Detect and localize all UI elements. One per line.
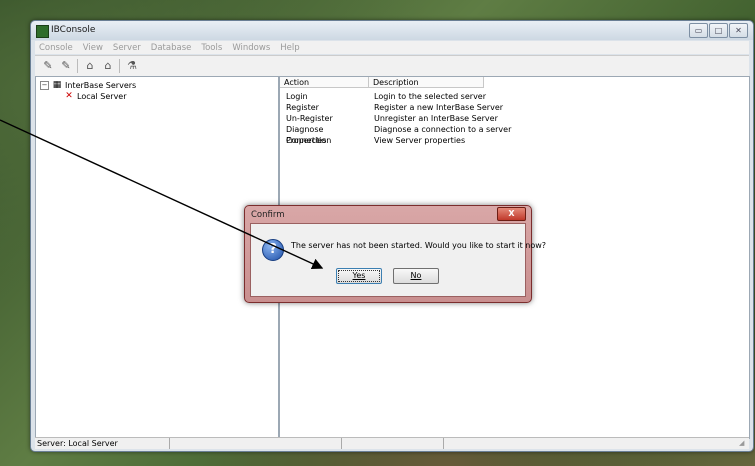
action-cell: Un-Register [286,114,333,123]
register-server-icon[interactable]: ✎ [41,59,55,73]
title-bar[interactable]: IBConsole ▭ □ ✕ [31,21,753,40]
tree-node-label: Local Server [77,91,127,101]
status-bar: Server: Local Server ◢ [35,437,749,449]
toolbar-separator [77,59,78,73]
window-controls: ▭ □ ✕ [689,23,748,38]
column-header-action[interactable]: Action [280,77,369,88]
table-row[interactable]: Un-Register Unregister an InterBase Serv… [280,113,498,124]
confirm-dialog: Confirm X ? The server has not been star… [244,205,546,303]
action-cell: Diagnose Connection [286,125,332,145]
database-connect-icon[interactable]: ⌂ [83,59,97,73]
toolbar: ✎ ✎ ⌂ ⌂ ⚗ [35,55,749,77]
question-icon: ? [262,239,284,261]
server-disconnected-icon: ✕ [65,91,73,101]
yes-button[interactable]: Yes [336,268,382,284]
server-tree[interactable]: − ▦ InterBase Servers ✕ Local Server [35,76,279,439]
toolbar-separator [119,59,120,73]
table-row[interactable]: Diagnose Connection Diagnose a connectio… [280,124,512,145]
close-icon[interactable]: ✕ [729,23,748,38]
window-title: IBConsole [51,25,96,35]
maximize-icon[interactable]: □ [709,23,728,38]
menu-view[interactable]: View [83,43,103,53]
minimize-icon[interactable]: ▭ [689,23,708,38]
action-cell: Register [286,103,319,112]
menu-server[interactable]: Server [113,43,141,53]
collapse-icon[interactable]: − [40,80,49,90]
status-panel [169,438,342,449]
status-server: Server: Local Server [35,438,170,449]
ibconsole-icon [36,25,49,38]
grid-header: Action Description [280,77,749,88]
description-cell: Diagnose a connection to a server [374,125,512,134]
menu-database[interactable]: Database [151,43,192,53]
description-cell: Unregister an InterBase Server [374,114,498,123]
dialog-message: The server has not been started. Would y… [291,241,547,250]
tree-node-interbase-servers[interactable]: − ▦ InterBase Servers [40,80,136,90]
action-cell: Login [286,92,308,101]
no-button[interactable]: No [393,268,439,284]
menu-bar: Console View Server Database Tools Windo… [35,41,749,54]
servers-icon: ▦ [52,80,62,90]
table-row[interactable]: Login Login to the selected server [280,91,486,102]
sql-icon[interactable]: ⚗ [125,59,139,73]
database-disconnect-icon[interactable]: ⌂ [101,59,115,73]
dialog-close-icon[interactable]: X [497,207,526,221]
table-row[interactable]: Properties View Server properties [280,135,465,146]
menu-console[interactable]: Console [39,43,73,53]
menu-windows[interactable]: Windows [232,43,270,53]
menu-tools[interactable]: Tools [201,43,222,53]
description-cell: View Server properties [374,136,466,145]
dialog-body: ? The server has not been started. Would… [250,223,546,297]
dialog-title: Confirm [251,210,285,220]
description-cell: Login to the selected server [374,92,487,101]
column-header-description[interactable]: Description [369,77,484,88]
status-panel [341,438,444,449]
resize-grip-icon[interactable]: ◢ [739,439,747,447]
tree-node-local-server[interactable]: ✕ Local Server [64,91,127,101]
tree-node-label: InterBase Servers [65,80,137,90]
table-row[interactable]: Register Register a new InterBase Server [280,102,503,113]
unregister-server-icon[interactable]: ✎ [59,59,73,73]
menu-help[interactable]: Help [280,43,299,53]
action-cell: Properties [286,136,327,145]
description-cell: Register a new InterBase Server [374,103,504,112]
